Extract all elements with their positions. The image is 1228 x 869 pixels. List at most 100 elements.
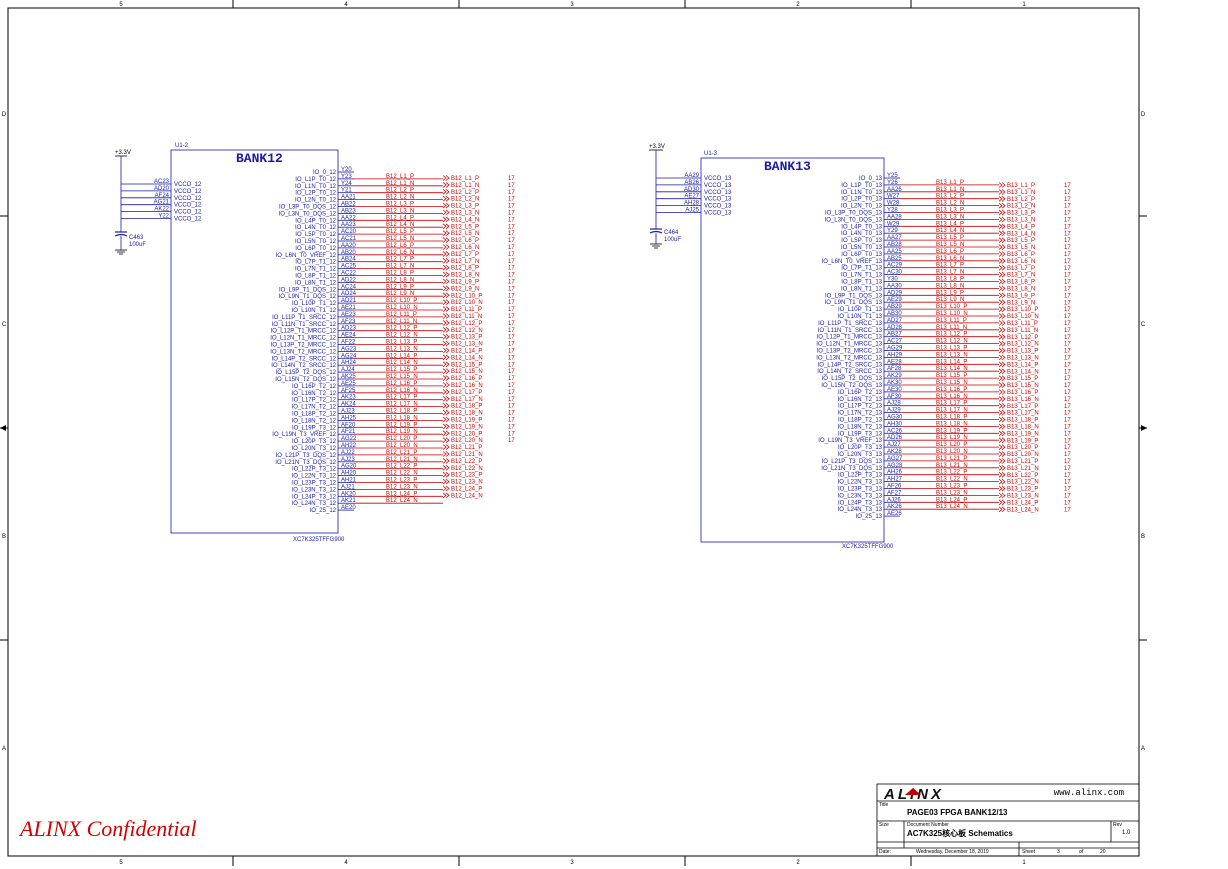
bank12-vcco-pins: AC23 VCCO_12 AD20 VCCO_12 AF24 VCCO_12 AG21 VCC… <box>121 179 202 223</box>
bank13-port-label: B13_L22_P <box>1007 473 1038 479</box>
bank13-net-label: B13_L24_P <box>936 497 967 503</box>
bank12-vcco-pin-number: AG21 <box>154 200 170 206</box>
bank13-vcco-pins: AA29 VCCO_13 AB26 VCCO_13 AD30 VCCO_13 AE27 VCC… <box>656 173 732 217</box>
bank13-port-label: B13_L2_P <box>1007 197 1035 203</box>
bank12-net-label: B12_L18_P <box>386 409 417 415</box>
bank13-offpage-connector-icon <box>998 382 1006 388</box>
bank13-port-page-ref: 17 <box>1064 383 1071 389</box>
bank13-port-label: B13_L22_N <box>1007 480 1039 486</box>
bank13-net-label: B13_L18_P <box>936 415 967 421</box>
bank13-offpage-connector-icon <box>998 195 1006 202</box>
bank12-pin-name: IO_L23P_T3_12 <box>292 481 337 487</box>
bank13-port-label: B13_L11_N <box>1007 328 1038 334</box>
bank12-offpage-connector-icon <box>442 264 450 271</box>
bank12-net-label: B12_L4_P <box>386 215 414 221</box>
bank13-offpage-connector-icon <box>998 465 1006 471</box>
bank13-pin-name: IO_L2N_T0_13 <box>841 204 883 210</box>
bank12-pin-name: IO_L18P_T2_12 <box>292 412 337 418</box>
bank13-port-page-ref: 17 <box>1064 245 1071 251</box>
bank12-port-page-ref: 17 <box>508 245 515 251</box>
bank12-offpage-connector-icon <box>442 402 450 409</box>
bank13-pin-name: IO_L12P_T1_MRCC_13 <box>817 335 883 341</box>
bank13-part-number: XC7K325TFFG900 <box>842 544 894 550</box>
bank13-offpage-connector-icon <box>998 389 1006 395</box>
bank12-offpage-connector-icon <box>442 306 450 312</box>
bank13-net-label: B13_L10_P <box>936 304 967 310</box>
bank12-port-page-ref: 17 <box>508 280 515 286</box>
bank13-port-label: B13_L7_P <box>1007 266 1035 272</box>
bank13-port-page-ref: 17 <box>1064 328 1071 334</box>
bank13-port-page-ref: 17 <box>1064 335 1071 341</box>
bank12-pin-name: IO_L5P_T0_12 <box>295 232 336 238</box>
bank12-offpage-connector-icon <box>442 188 450 195</box>
bank13-port-page-ref: 17 <box>1064 293 1071 299</box>
bank13-offpage-connector-icon <box>998 423 1006 430</box>
bank13-pin-name: IO_L1N_T0_13 <box>841 190 883 196</box>
company-url: www.alinx.com <box>1054 788 1124 798</box>
bank13-pin-name: IO_L5P_T0_13 <box>841 238 882 244</box>
bank13-port-page-ref: 17 <box>1064 480 1071 486</box>
bank13-offpage-connector-icon <box>998 237 1006 244</box>
bank12-net-label: B12_L24_N <box>386 498 418 504</box>
bank13-port-page-ref: 17 <box>1064 204 1071 210</box>
bank12-net-label: B12_L18_N <box>386 415 418 421</box>
bank12-net-label: B12_L16_N <box>386 388 418 394</box>
bank13-net-label: B13_L12_P <box>936 332 967 338</box>
bank12-port-page-ref: 17 <box>508 300 515 306</box>
bank13-port-page-ref: 17 <box>1064 466 1071 472</box>
bank13-offpage-connector-icon <box>998 244 1006 250</box>
bank13-pin-name: IO_L21N_T3_DQS_13 <box>821 466 882 472</box>
bank12-offpage-connector-icon <box>442 299 450 306</box>
bank12-port-label: B12_L5_P <box>451 224 479 230</box>
bank12-net-label: B12_L5_P <box>386 229 414 235</box>
bank13-port-label: B13_L21_N <box>1007 466 1039 472</box>
size-caption: Size <box>879 822 889 828</box>
bank12-port-label: B12_L11_N <box>451 314 482 320</box>
bank13-offpage-connector-icon <box>998 361 1006 368</box>
bank13-port-page-ref: 17 <box>1064 356 1071 362</box>
bank12-port-label: B12_L12_P <box>451 321 482 327</box>
bank13-net-label: B13_L9_N <box>936 297 964 303</box>
bank12-port-label: B12_L21_N <box>451 452 483 458</box>
sheet-title: PAGE03 FPGA BANK12/13 <box>907 808 1008 817</box>
bank12-net-label: B12_L13_P <box>386 340 417 346</box>
bank13-offpage-connector-icon <box>998 471 1006 478</box>
bank12-port-label: B12_L2_P <box>451 190 479 196</box>
bank12-offpage-connector-icon <box>442 278 450 285</box>
bank12-pin-name: IO_L21N_T3_DQS_12 <box>275 460 336 466</box>
bank12-offpage-connector-icon <box>442 271 450 278</box>
rev-caption: Rev <box>1113 822 1122 828</box>
bank13-pin-name: IO_0_13 <box>859 176 883 182</box>
bank13-pin-name: IO_L18N_T2_13 <box>838 424 883 430</box>
bank12-refdes: U1-2 <box>175 143 189 149</box>
bank12-offpage-connector-icon <box>442 423 450 430</box>
bank12-cap-refdes: C463 <box>129 235 144 241</box>
bank12-port-label: B12_L19_N <box>451 424 483 430</box>
bank12-part-number: XC7K325TFFG900 <box>293 537 345 543</box>
bank12-offpage-connector-icon <box>442 202 450 209</box>
bank12-pin-name: IO_L6N_T0_VREF_12 <box>276 253 337 259</box>
zone-col-top-1: 5 <box>119 2 123 8</box>
bank13-port-page-ref: 17 <box>1064 500 1071 506</box>
bank13-io-pins: IO_0_13 Y25IO_L1P_T0_13 Y26 B13_L1_PIO_L1N_… <box>816 173 999 520</box>
zone-col-top-4: 2 <box>796 2 800 8</box>
bank13-port-page-ref: 17 <box>1064 473 1071 479</box>
bank13-vcco-pin-number: AB26 <box>684 180 699 186</box>
bank13-offpage-connector-icon <box>998 306 1006 313</box>
bank13-offpage-connector-icon <box>998 209 1006 216</box>
bank13-offpage-connector-icon <box>998 216 1006 223</box>
bank13-net-label: B13_L22_P <box>936 470 967 476</box>
bank12-vcco-pin-number: AD20 <box>154 186 170 192</box>
bank12-vcco-pin-number: AK22 <box>154 207 169 213</box>
bank13-vcco-pin-name: VCCO_13 <box>704 211 732 217</box>
bank12-offpage-connector-icon <box>442 375 450 381</box>
bank13-offpage-connector-icon <box>998 458 1006 464</box>
bank13-net-label: B13_L2_N <box>936 201 964 207</box>
bank12-port-page-ref: 17 <box>508 418 515 424</box>
bank12-vcco-pin-name: VCCO_12 <box>174 203 202 209</box>
bank12-vcco-pin-name: VCCO_12 <box>174 217 202 223</box>
bank12-pin-name: IO_L12N_T1_MRCC_12 <box>270 336 336 342</box>
bank13-offpage-connector-icon <box>998 292 1006 299</box>
bank12-port-label: B12_L13_P <box>451 335 482 341</box>
bank12-offpage-connector-icon <box>442 354 450 361</box>
